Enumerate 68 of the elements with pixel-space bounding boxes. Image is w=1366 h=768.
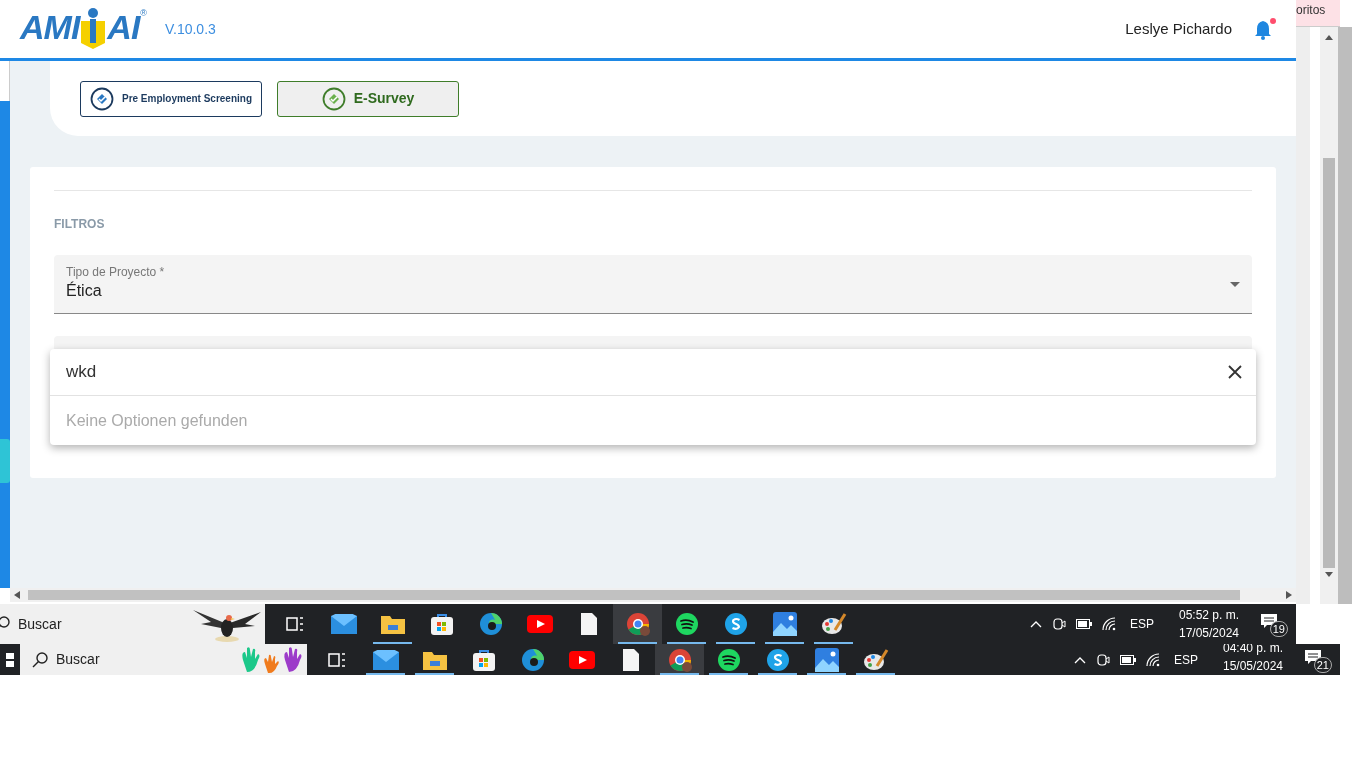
- search-input[interactable]: wkd: [66, 359, 1228, 385]
- chevron-up-icon[interactable]: [1074, 655, 1086, 664]
- battery-icon[interactable]: [1120, 654, 1136, 665]
- palette-icon: [862, 647, 889, 672]
- notification-count: 19: [1269, 621, 1288, 637]
- envelope-icon: [372, 649, 399, 670]
- handshake-badge-icon: [89, 86, 114, 111]
- envelope-icon: [330, 614, 357, 634]
- horizontal-scrollbar[interactable]: [10, 588, 1296, 602]
- windows-icon[interactable]: [6, 652, 14, 667]
- wifi-icon[interactable]: [1146, 652, 1162, 667]
- language-indicator[interactable]: ESP: [1174, 650, 1198, 669]
- chrome-icon: [667, 647, 692, 672]
- search-field[interactable]: Buscar: [0, 604, 265, 644]
- folder-icon: [422, 649, 447, 670]
- play-icon: [526, 615, 553, 633]
- select-field[interactable]: Tipo de Proyecto * Ética: [54, 255, 1252, 314]
- taskbar-app-button[interactable]: [613, 604, 662, 644]
- close-icon[interactable]: [1228, 365, 1242, 379]
- spotify-icon: [716, 647, 741, 672]
- notification-button[interactable]: 19: [1260, 611, 1288, 637]
- play-icon: [568, 650, 595, 669]
- notification-count: 21: [1313, 656, 1332, 673]
- taskbar-app-button[interactable]: [655, 644, 704, 675]
- camera-icon[interactable]: [1052, 616, 1066, 632]
- logo[interactable]: AMI AI®: [20, 7, 147, 51]
- store-bag-icon: [430, 613, 453, 635]
- vertical-scrollbar[interactable]: [1320, 27, 1338, 604]
- document-icon: [580, 613, 597, 635]
- module-button[interactable]: Pre Employment Screening: [80, 80, 262, 117]
- section-heading: FILTROS: [54, 216, 106, 233]
- clock[interactable]: 05:52 p. m. 17/05/2024: [1174, 606, 1244, 642]
- scroll-left-icon[interactable]: [14, 591, 20, 599]
- module-button[interactable]: E-Survey: [277, 80, 459, 117]
- scroll-right-icon[interactable]: [1286, 591, 1292, 599]
- skype-icon: [765, 647, 790, 672]
- photos-icon: [772, 612, 797, 636]
- browser-tab[interactable]: oritos: [1296, 0, 1340, 27]
- edge-icon: [478, 612, 503, 636]
- photos-icon: [814, 647, 839, 672]
- dropdown-caret-icon: [1230, 282, 1240, 287]
- check-badge-icon: [321, 86, 346, 111]
- clock[interactable]: 04:40 p. m. 15/05/2024: [1218, 644, 1288, 675]
- wifi-icon[interactable]: [1102, 617, 1118, 631]
- skype-icon: [723, 612, 748, 636]
- language-indicator[interactable]: ESP: [1130, 615, 1154, 633]
- chevron-up-icon[interactable]: [1030, 620, 1042, 628]
- store-bag-icon: [472, 648, 495, 671]
- camera-icon[interactable]: [1096, 651, 1110, 668]
- empty-message: Keine Optionen gefunden: [66, 410, 248, 431]
- user-name[interactable]: Leslye Pichardo: [1125, 17, 1232, 41]
- task-view-icon: [285, 616, 304, 632]
- edge-icon: [520, 647, 545, 672]
- scroll-up-icon[interactable]: [1325, 35, 1333, 40]
- document-icon: [622, 648, 639, 671]
- folder-icon: [380, 614, 405, 634]
- battery-icon[interactable]: [1076, 619, 1092, 629]
- outer-scrollbar[interactable]: [1338, 27, 1352, 604]
- version-label: V.10.0.3: [164, 19, 216, 39]
- chrome-icon: [625, 612, 650, 636]
- notification-button[interactable]: 21: [1304, 646, 1332, 673]
- search-icon: [32, 651, 48, 668]
- notification-bell-icon[interactable]: [1254, 18, 1276, 40]
- palette-icon: [820, 612, 847, 636]
- spotify-icon: [674, 612, 699, 636]
- scroll-down-icon[interactable]: [1325, 572, 1333, 577]
- task-view-icon: [327, 651, 346, 668]
- search-field[interactable]: Buscar: [20, 644, 307, 675]
